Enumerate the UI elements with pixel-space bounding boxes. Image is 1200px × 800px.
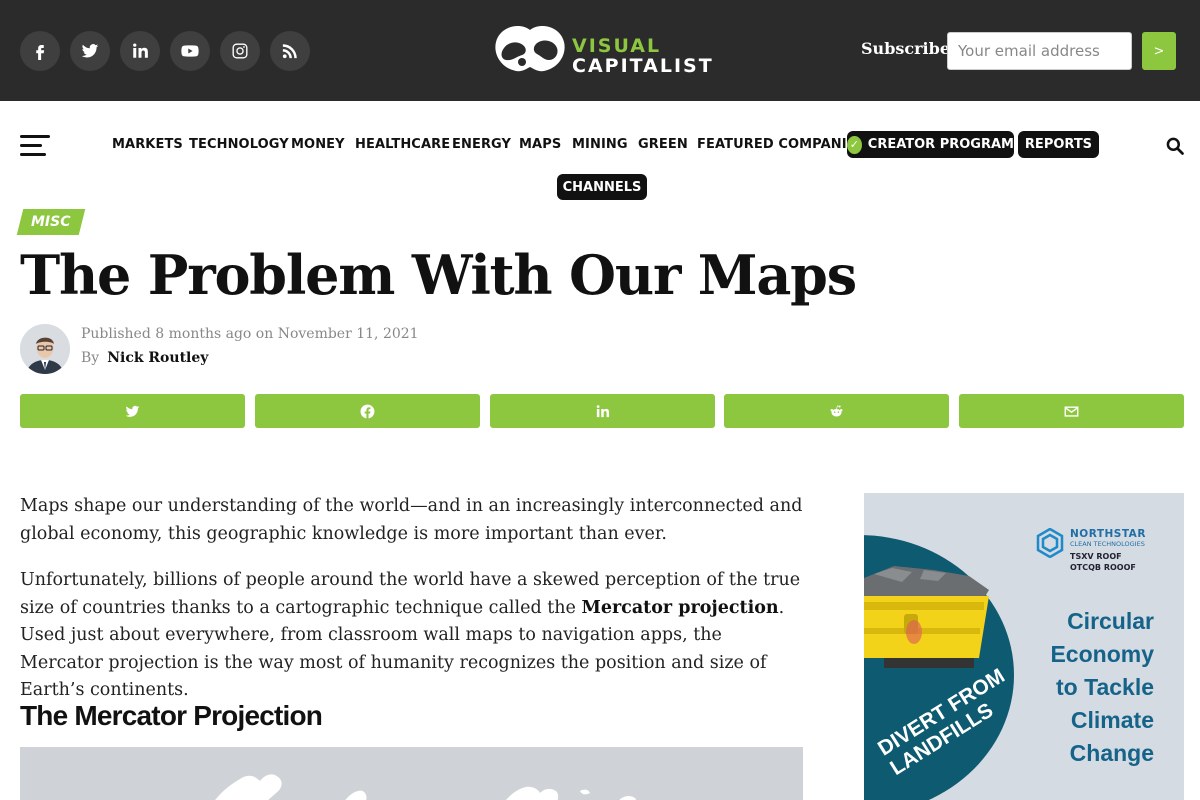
published-date: Published 8 months ago on November 11, 2… bbox=[81, 326, 419, 342]
channels-button[interactable]: CHANNELS bbox=[557, 174, 647, 200]
logo-line1: VISUAL bbox=[572, 35, 662, 57]
logo-mark-icon bbox=[495, 26, 565, 72]
ad-ticker-1: TSXV ROOF bbox=[1070, 552, 1122, 561]
facebook-icon[interactable] bbox=[20, 31, 60, 71]
search-icon[interactable] bbox=[1165, 136, 1185, 156]
creator-program-button[interactable]: ✓ CREATOR PROGRAM bbox=[847, 131, 1014, 158]
youtube-icon[interactable] bbox=[170, 31, 210, 71]
twitter-icon[interactable] bbox=[70, 31, 110, 71]
nav-mining[interactable]: MINING bbox=[572, 137, 628, 152]
section-heading: The Mercator Projection bbox=[20, 700, 323, 731]
logo-line2: CAPITALIST bbox=[572, 55, 714, 77]
author-name[interactable]: Nick Routley bbox=[107, 350, 208, 366]
check-icon: ✓ bbox=[847, 135, 862, 154]
linkedin-icon bbox=[596, 404, 610, 417]
share-twitter-button[interactable] bbox=[20, 394, 245, 428]
nav-maps[interactable]: MAPS bbox=[519, 137, 561, 152]
dumpster-image bbox=[864, 566, 989, 668]
nav-featured-companies[interactable]: FEATURED COMPANIES bbox=[697, 137, 865, 152]
author-avatar[interactable] bbox=[20, 324, 70, 374]
email-input[interactable] bbox=[947, 32, 1132, 70]
mercator-paragraph: Unfortunately, billions of people around… bbox=[20, 570, 801, 700]
share-reddit-button[interactable] bbox=[724, 394, 949, 428]
by-label: By bbox=[81, 350, 100, 366]
share-facebook-button[interactable] bbox=[255, 394, 480, 428]
twitter-icon bbox=[125, 405, 140, 417]
advertisement[interactable]: NORTHSTAR CLEAN TECHNOLOGIES TSXV ROOF O… bbox=[864, 493, 1184, 800]
site-logo[interactable]: VISUAL CAPITALIST bbox=[492, 22, 716, 80]
ad-headline: Circular Economy to Tackle Climate Chang… bbox=[1050, 608, 1154, 766]
hamburger-menu-icon[interactable] bbox=[20, 135, 50, 157]
nav-money[interactable]: MONEY bbox=[291, 137, 345, 152]
subscribe-label: Subscribe bbox=[861, 39, 950, 58]
nav-green[interactable]: GREEN bbox=[638, 137, 688, 152]
mercator-map-image bbox=[20, 747, 803, 800]
rss-icon[interactable] bbox=[270, 31, 310, 71]
category-label: MISC bbox=[31, 214, 71, 230]
instagram-icon[interactable] bbox=[220, 31, 260, 71]
intro-paragraph: Maps shape our understanding of the worl… bbox=[20, 496, 803, 544]
linkedin-icon[interactable] bbox=[120, 31, 160, 71]
ad-ticker-2: OTCQB ROOOF bbox=[1070, 563, 1136, 572]
page-title: The Problem With Our Maps bbox=[20, 243, 857, 307]
byline: By Nick Routley bbox=[81, 350, 208, 366]
ad-brand: NORTHSTAR CLEAN TECHNOLOGIES TSXV ROOF O… bbox=[1036, 528, 1156, 573]
category-badge[interactable]: MISC bbox=[16, 209, 86, 235]
reddit-icon bbox=[830, 404, 843, 416]
facebook-icon bbox=[360, 404, 375, 418]
nav-energy[interactable]: ENERGY bbox=[452, 137, 511, 152]
nav-markets[interactable]: MARKETS bbox=[112, 137, 183, 152]
nav-healthcare[interactable]: HEALTHCARE bbox=[355, 137, 450, 152]
top-bar: VISUAL CAPITALIST Subscribe > bbox=[0, 0, 1200, 101]
email-icon bbox=[1064, 405, 1079, 417]
mercator-bold: Mercator projection bbox=[581, 597, 779, 618]
creator-program-label: CREATOR PROGRAM bbox=[867, 137, 1014, 152]
northstar-logo-icon bbox=[1036, 528, 1064, 558]
share-linkedin-button[interactable] bbox=[490, 394, 715, 428]
ad-brand-name: NORTHSTAR bbox=[1070, 528, 1146, 540]
ad-brand-sub: CLEAN TECHNOLOGIES bbox=[1070, 540, 1145, 548]
reports-button[interactable]: REPORTS bbox=[1018, 131, 1099, 158]
nav-technology[interactable]: TECHNOLOGY bbox=[189, 137, 289, 152]
share-email-button[interactable] bbox=[959, 394, 1184, 428]
subscribe-button[interactable]: > bbox=[1142, 32, 1176, 70]
